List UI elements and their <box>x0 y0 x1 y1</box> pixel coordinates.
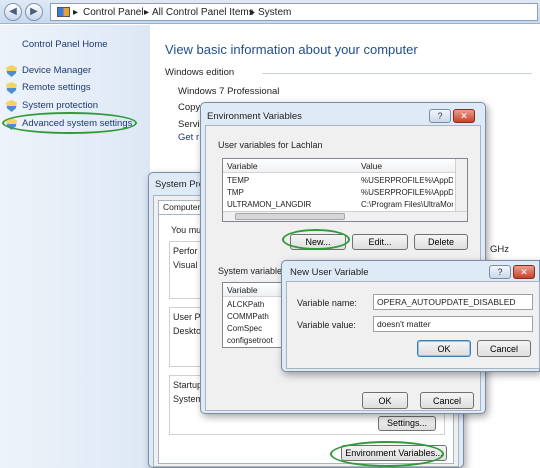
edition-value: Windows 7 Professional <box>178 86 280 97</box>
row-value: %USERPROFILE%\AppDa <box>361 188 453 197</box>
variable-name-field[interactable]: OPERA_AUTOUPDATE_DISABLED <box>373 294 533 310</box>
tab-computer[interactable]: Computer <box>158 200 203 214</box>
startup-label: Startup <box>173 380 203 390</box>
delete-user-variable-button[interactable]: Delete <box>414 234 468 250</box>
new-variable-cancel-button[interactable]: Cancel <box>477 340 531 357</box>
visual-effects-text: Visual <box>173 260 198 270</box>
column-header-value[interactable]: Value <box>361 159 382 173</box>
row-value: C:\Program Files\UltraMon <box>361 200 453 209</box>
help-icon[interactable]: ? <box>489 265 511 279</box>
address-field[interactable]: ▸ Control Panel ▸ All Control Panel Item… <box>50 3 538 21</box>
env-ok-button[interactable]: OK <box>362 392 408 409</box>
chevron-right-icon: ▸ <box>250 7 256 18</box>
close-icon[interactable]: ✕ <box>453 109 475 123</box>
windows-edition-label: Windows edition <box>165 67 235 78</box>
breadcrumb-all-items[interactable]: All Control Panel Items <box>152 7 254 18</box>
chevron-right-icon: ▸ <box>73 7 79 18</box>
user-profiles-label: User P <box>173 312 201 322</box>
column-header-variable[interactable]: Variable <box>227 159 258 173</box>
control-panel-icon <box>57 7 70 17</box>
system-properties-title: System Pro <box>155 179 205 190</box>
vertical-scrollbar[interactable] <box>455 159 467 211</box>
sidebar-item-device-manager[interactable]: Device Manager <box>22 65 91 76</box>
row-variable: TMP <box>227 188 244 197</box>
row-variable: TEMP <box>227 176 250 185</box>
edit-user-variable-button[interactable]: Edit... <box>352 234 408 250</box>
user-list-header: Variable Value <box>223 159 455 173</box>
row-variable: ALCKPath <box>227 300 265 309</box>
column-header-variable[interactable]: Variable <box>227 283 258 297</box>
address-bar: ◀ ▶ ▸ Control Panel ▸ All Control Panel … <box>0 0 540 24</box>
page-title: View basic information about your comput… <box>165 42 418 57</box>
shield-icon <box>6 100 17 112</box>
sidebar-item-remote-settings[interactable]: Remote settings <box>22 82 91 93</box>
chevron-right-icon: ▸ <box>144 7 150 18</box>
new-variable-ok-button[interactable]: OK <box>417 340 471 357</box>
copyright-text: Copy <box>178 102 201 113</box>
row-variable: COMMPath <box>227 312 269 321</box>
variable-value-label: Variable value: <box>297 320 356 330</box>
env-dialog-title: Environment Variables <box>207 111 302 122</box>
variable-name-label: Variable name: <box>297 298 357 308</box>
settings-button[interactable]: Settings... <box>378 416 436 431</box>
new-variable-title: New User Variable <box>290 267 369 278</box>
back-icon[interactable]: ◀ <box>4 3 22 21</box>
new-user-variable-dialog: New User Variable ? ✕ Variable name: OPE… <box>281 260 540 372</box>
horizontal-scrollbar[interactable] <box>223 211 467 221</box>
system-startup-text: System <box>173 394 204 404</box>
row-variable: ComSpec <box>227 324 263 333</box>
close-icon[interactable]: ✕ <box>513 265 535 279</box>
control-panel-home-link[interactable]: Control Panel Home <box>22 39 108 50</box>
divider <box>262 73 532 74</box>
service-pack-text: Servi <box>178 119 200 130</box>
env-cancel-button[interactable]: Cancel <box>420 392 474 409</box>
performance-label: Perfor <box>173 246 198 256</box>
row-variable: ULTRAMON_LANGDIR <box>227 200 312 209</box>
processor-speed-text: GHz <box>490 244 509 255</box>
table-row[interactable]: ULTRAMON_LANGDIR C:\Program Files\UltraM… <box>223 199 455 211</box>
highlight-ellipse <box>282 229 350 250</box>
scrollbar-thumb[interactable] <box>235 213 345 220</box>
table-row[interactable]: TEMP %USERPROFILE%\AppDa <box>223 175 455 187</box>
row-variable: configsetroot <box>227 336 273 345</box>
shield-icon <box>6 65 17 77</box>
forward-icon[interactable]: ▶ <box>25 3 43 21</box>
system-variables-label: System variables <box>218 266 287 276</box>
shield-icon <box>6 82 17 94</box>
user-variables-label: User variables for Lachlan <box>218 140 323 150</box>
breadcrumb-system[interactable]: System <box>258 7 291 18</box>
new-variable-body: Variable name: OPERA_AUTOUPDATE_DISABLED… <box>286 281 540 369</box>
sidebar-item-system-protection[interactable]: System protection <box>22 100 98 111</box>
get-service-pack-link[interactable]: Get r <box>178 132 199 143</box>
sidebar: Control Panel Home Device Manager Remote… <box>0 25 150 468</box>
highlight-ellipse <box>2 112 137 134</box>
variable-value-field[interactable]: doesn't matter <box>373 316 533 332</box>
breadcrumb-control-panel[interactable]: Control Panel <box>83 7 144 18</box>
help-icon[interactable]: ? <box>429 109 451 123</box>
highlight-ellipse <box>330 441 444 467</box>
row-value: %USERPROFILE%\AppDa <box>361 176 453 185</box>
desktop-settings-text: Deskto <box>173 326 202 336</box>
user-variables-list[interactable]: Variable Value TEMP %USERPROFILE%\AppDa … <box>222 158 468 222</box>
table-row[interactable]: TMP %USERPROFILE%\AppDa <box>223 187 455 199</box>
